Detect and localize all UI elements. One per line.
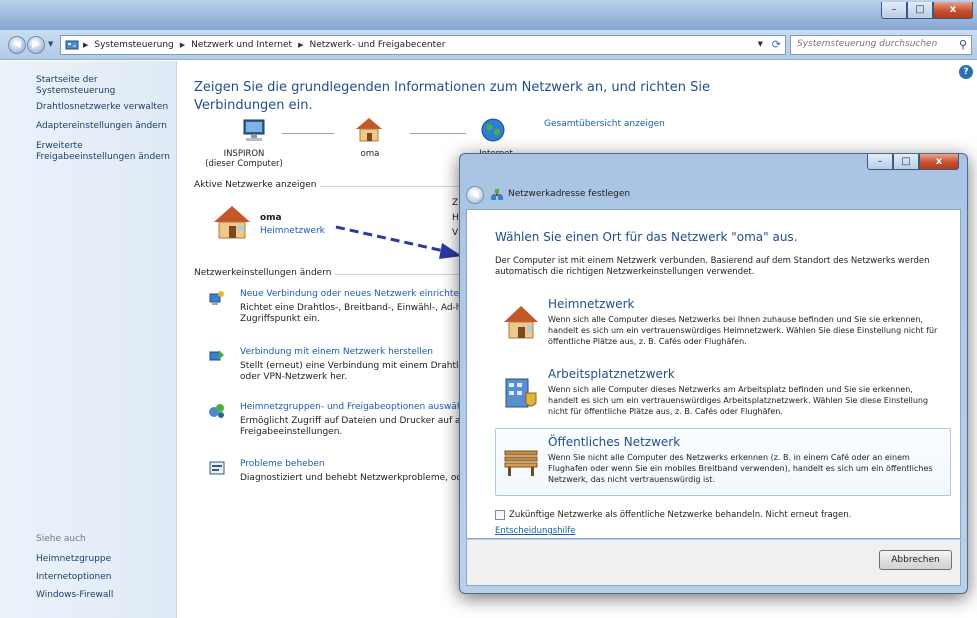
recent-pages-dropdown[interactable]: ▼ <box>48 40 53 48</box>
active-network-type-link[interactable]: Heimnetzwerk <box>260 226 325 236</box>
cut-off-text: V <box>452 228 459 238</box>
control-panel-icon <box>65 40 79 50</box>
window-caption-buttons: – □ x <box>881 2 973 19</box>
option-home-network-title: Heimnetzwerk <box>548 297 635 311</box>
address-box[interactable]: ▶ Systemsteuerung ▶ Netzwerk und Interne… <box>60 35 786 55</box>
connect-network-desc: Stellt (erneut) eine Verbindung mit eine… <box>240 361 469 382</box>
sidebar-item-wireless[interactable]: Drahtlosnetzwerke verwalten <box>36 102 168 113</box>
settings-section-label: Netzwerkeinstellungen ändern <box>194 268 336 278</box>
dialog-heading: Wählen Sie einen Ort für das Netzwerk "o… <box>495 230 798 244</box>
search-icon[interactable]: ⚲ <box>959 38 967 51</box>
option-public-network-desc: Wenn Sie nicht alle Computer des Netzwer… <box>548 453 933 484</box>
connector-line <box>410 133 466 134</box>
homegroup-link[interactable]: Heimnetzgruppen- und Freigabeoptionen au… <box>240 402 465 412</box>
option-work-network[interactable]: Arbeitsplatznetzwerk Wenn sich alle Comp… <box>495 360 951 428</box>
set-network-location-dialog: – □ x ◀ Netzwerkadresse festlegen Wählen… <box>459 153 968 594</box>
pointer-arrow <box>335 225 462 259</box>
new-connection-desc: Richtet eine Drahtlos-, Breitband-, Einw… <box>240 303 468 324</box>
computer-node-sub: (dieser Computer) <box>205 159 283 169</box>
connect-network-icon <box>209 350 224 361</box>
back-button[interactable]: ◀ <box>8 36 26 54</box>
see-also-internet-options[interactable]: Internetoptionen <box>36 572 111 583</box>
breadcrumb-netzwerk-und-internet[interactable]: Netzwerk und Internet <box>191 40 292 50</box>
search-box[interactable]: ⚲ <box>790 35 972 55</box>
network-node-label: oma <box>360 149 380 159</box>
public-network-bench-icon <box>504 450 538 476</box>
cut-off-text: Z <box>452 198 459 208</box>
page-title: Zeigen Sie die grundlegenden Information… <box>194 80 710 113</box>
dialog-header: ◀ Netzwerkadresse festlegen <box>466 184 960 208</box>
future-public-checkbox[interactable] <box>495 510 505 520</box>
troubleshoot-desc: Diagnostiziert und behebt Netzwerkproble… <box>240 473 468 483</box>
computer-node[interactable]: INSPIRON (dieser Computer) <box>204 149 284 169</box>
troubleshoot-icon <box>209 461 225 475</box>
option-home-network[interactable]: Heimnetzwerk Wenn sich alle Computer die… <box>495 290 951 358</box>
new-connection-icon <box>209 291 224 305</box>
dialog-maximize-button[interactable]: □ <box>893 154 919 170</box>
help-icon[interactable]: ? <box>959 65 973 79</box>
homegroup-desc: Ermöglicht Zugriff auf Dateien und Druck… <box>240 416 466 437</box>
sidebar-item-home[interactable]: Startseite der Systemsteuerung <box>36 75 176 97</box>
home-network-icon <box>504 306 538 339</box>
breadcrumb-separator[interactable]: ▶ <box>83 41 88 49</box>
dialog-footer: Abbrechen <box>466 540 961 586</box>
dialog-title: Netzwerkadresse festlegen <box>508 189 631 199</box>
window-titlebar: – □ x <box>0 0 977 30</box>
option-public-network[interactable]: Öffentliches Netzwerk Wenn Sie nicht all… <box>495 428 951 496</box>
see-also-heading: Siehe auch <box>36 534 86 544</box>
cut-off-text: H <box>452 213 459 223</box>
option-public-network-title: Öffentliches Netzwerk <box>548 435 681 449</box>
search-input[interactable] <box>797 39 947 49</box>
work-network-icon <box>505 378 537 408</box>
option-work-network-desc: Wenn sich alle Computer dieses Netzwerks… <box>548 385 929 416</box>
home-network-icon <box>214 206 250 239</box>
internet-globe-icon[interactable] <box>480 117 506 143</box>
connect-network-link[interactable]: Verbindung mit einem Netzwerk herstellen <box>240 347 433 357</box>
dialog-intro: Der Computer ist mit einem Netzwerk verb… <box>495 256 930 277</box>
maximize-button[interactable]: □ <box>907 2 933 19</box>
dialog-close-button[interactable]: x <box>919 154 959 170</box>
option-home-network-desc: Wenn sich alle Computer dieses Netzwerks… <box>548 315 938 346</box>
breadcrumb-systemsteuerung[interactable]: Systemsteuerung <box>94 40 173 50</box>
close-button[interactable]: x <box>933 2 973 19</box>
network-icon <box>491 189 503 200</box>
active-networks-label: Aktive Netzwerke anzeigen <box>194 180 321 190</box>
homegroup-icon <box>209 404 224 418</box>
dialog-minimize-button[interactable]: – <box>867 154 893 170</box>
breadcrumb-freigabecenter[interactable]: Netzwerk- und Freigabecenter <box>309 40 445 50</box>
dialog-back-button[interactable]: ◀ <box>466 186 484 204</box>
troubleshoot-link[interactable]: Probleme beheben <box>240 459 325 469</box>
home-network-icon[interactable] <box>354 115 384 143</box>
see-also-homegroup[interactable]: Heimnetzgruppe <box>36 554 111 565</box>
connector-line <box>282 133 334 134</box>
dialog-caption-buttons: – □ x <box>867 154 959 170</box>
active-network-name: oma <box>260 213 282 223</box>
refresh-icon[interactable]: ⟳ <box>772 38 781 51</box>
see-also-firewall[interactable]: Windows-Firewall <box>36 590 113 601</box>
breadcrumb-separator[interactable]: ▶ <box>180 41 185 49</box>
sidebar-item-adapter[interactable]: Adaptereinstellungen ändern <box>36 121 167 132</box>
full-map-link[interactable]: Gesamtübersicht anzeigen <box>544 119 665 129</box>
sidebar: Startseite der Systemsteuerung Drahtlosn… <box>0 61 177 618</box>
computer-icon[interactable] <box>240 117 268 145</box>
cancel-button[interactable]: Abbrechen <box>879 550 952 570</box>
option-work-network-title: Arbeitsplatznetzwerk <box>548 367 675 381</box>
sidebar-item-sharing[interactable]: Erweiterte Freigabeeinstellungen ändern <box>36 141 170 163</box>
future-public-checkbox-label[interactable]: Zukünftige Netzwerke als öffentliche Net… <box>509 510 851 520</box>
new-connection-link[interactable]: Neue Verbindung oder neues Netzwerk einr… <box>240 289 465 299</box>
future-public-checkbox-row[interactable]: Zukünftige Netzwerke als öffentliche Net… <box>495 510 851 520</box>
address-bar-row: ◀ ▶ ▼ ▶ Systemsteuerung ▶ Netzwerk und I… <box>0 30 977 60</box>
decision-help-link[interactable]: Entscheidungshilfe <box>495 526 576 536</box>
forward-button[interactable]: ▶ <box>27 36 45 54</box>
computer-node-name: INSPIRON <box>223 149 265 159</box>
breadcrumb-separator[interactable]: ▶ <box>298 41 303 49</box>
dialog-body: Wählen Sie einen Ort für das Netzwerk "o… <box>466 209 961 539</box>
address-dropdown-icon[interactable]: ▼ <box>758 40 763 48</box>
minimize-button[interactable]: – <box>881 2 907 19</box>
